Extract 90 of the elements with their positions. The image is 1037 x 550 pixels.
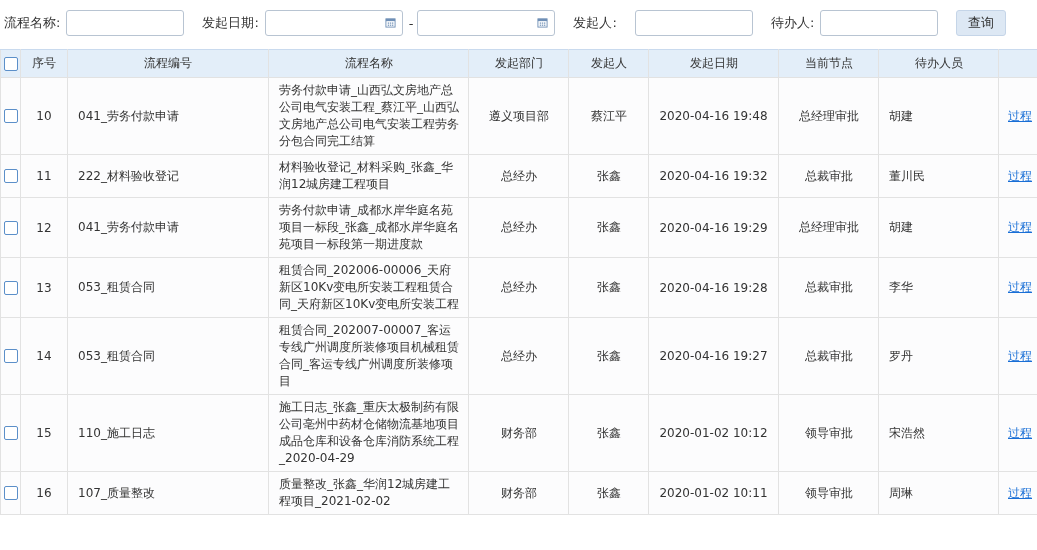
- table-cell: 租赁合同_202007-00007_客运专线广州调度所装修项目机械租赁合同_客运专线广州调度所装修项目: [268, 317, 469, 395]
- field-label: 发起日期:: [202, 14, 259, 32]
- table-cell: 领导审批: [778, 394, 879, 472]
- process-link[interactable]: 过程: [1008, 425, 1032, 440]
- table-cell: 12: [20, 197, 68, 258]
- table-cell: 041_劳务付款申请: [67, 197, 269, 258]
- table-cell: 领导审批: [778, 471, 879, 515]
- table-cell: 总经办: [468, 317, 569, 395]
- text-field[interactable]: [66, 10, 185, 36]
- column-header: 当前节点: [778, 49, 879, 78]
- table-cell: 总裁审批: [778, 317, 879, 395]
- table-cell: 张鑫: [568, 154, 649, 198]
- table-cell: 劳务付款申请_成都水岸华庭名苑项目一标段_张鑫_成都水岸华庭名苑项目一标段第一期进度款: [268, 197, 469, 258]
- table-cell: 董川民: [878, 154, 999, 198]
- table-cell: 110_施工日志: [67, 394, 269, 472]
- field-label: 流程名称:: [4, 14, 61, 32]
- checkbox[interactable]: [3, 220, 18, 235]
- table-cell: 租赁合同_202006-00006_天府新区10Kv变电所安装工程租赁合同_天府新区10Kv变电所安装工程: [268, 257, 469, 318]
- table-cell: 16: [20, 471, 68, 515]
- table-cell: 2020-04-16 19:29: [648, 197, 779, 258]
- table-cell: 总经办: [468, 257, 569, 318]
- checkbox[interactable]: [3, 280, 18, 295]
- table-cell: 张鑫: [568, 471, 649, 515]
- table-cell: 财务部: [468, 394, 569, 472]
- text-field[interactable]: [634, 10, 753, 36]
- field-label: 发起人:: [573, 14, 617, 32]
- column-header: 流程编号: [67, 49, 269, 78]
- table-cell: 13: [20, 257, 68, 318]
- table-cell: 总裁审批: [778, 154, 879, 198]
- table-cell: 宋浩然: [878, 394, 999, 472]
- process-link[interactable]: 过程: [1008, 348, 1032, 363]
- column-header: 序号: [20, 49, 68, 78]
- table-cell: 总经办: [468, 154, 569, 198]
- table-cell: 14: [20, 317, 68, 395]
- table-cell: 李华: [878, 257, 999, 318]
- table-cell: 2020-01-02 10:11: [648, 471, 779, 515]
- table-cell: 041_劳务付款申请: [67, 77, 269, 155]
- column-header: 发起人: [568, 49, 649, 78]
- date-field[interactable]: [264, 10, 403, 36]
- table-cell: 11: [20, 154, 68, 198]
- table-cell: 2020-04-16 19:28: [648, 257, 779, 318]
- table-cell: 周琳: [878, 471, 999, 515]
- column-header: 待办人员: [878, 49, 999, 78]
- checkbox[interactable]: [3, 349, 18, 364]
- checkbox[interactable]: [3, 56, 18, 71]
- process-link[interactable]: 过程: [1008, 108, 1032, 123]
- table-cell: 施工日志_张鑫_重庆太极制药有限公司亳州中药材仓储物流基地项目成品仓库和设备仓库消防系统工程_2020-04-29: [268, 394, 469, 472]
- text-field[interactable]: [820, 10, 939, 36]
- table-cell: 罗丹: [878, 317, 999, 395]
- table-cell: 15: [20, 394, 68, 472]
- table-cell: 总裁审批: [778, 257, 879, 318]
- table-cell: 胡建: [878, 77, 999, 155]
- table-cell: 蔡江平: [568, 77, 649, 155]
- table-cell: 张鑫: [568, 257, 649, 318]
- table-cell: 劳务付款申请_山西弘文房地产总公司电气安装工程_蔡江平_山西弘文房地产总公司电气安装工程劳务分包合同完工结算: [268, 77, 469, 155]
- table-cell: 2020-04-16 19:48: [648, 77, 779, 155]
- table-cell: 总经办: [468, 197, 569, 258]
- table-cell: 总经理审批: [778, 197, 879, 258]
- process-link[interactable]: 过程: [1008, 280, 1032, 294]
- checkbox[interactable]: [3, 486, 18, 501]
- table-cell: 张鑫: [568, 394, 649, 472]
- table-cell: 财务部: [468, 471, 569, 515]
- checkbox[interactable]: [3, 109, 18, 124]
- range-separator: -: [408, 15, 414, 31]
- table-cell: 材料验收登记_材料采购_张鑫_华润12城房建工程项目: [268, 154, 469, 198]
- table-cell: 053_租赁合同: [67, 317, 269, 395]
- table-cell: 10: [20, 77, 68, 155]
- table-cell: 质量整改_张鑫_华润12城房建工程项目_2021-02-02: [268, 471, 469, 515]
- table-cell: 2020-04-16 19:27: [648, 317, 779, 395]
- table-cell: 053_租赁合同: [67, 257, 269, 318]
- process-link[interactable]: 过程: [1008, 220, 1032, 234]
- date-field[interactable]: [417, 10, 556, 36]
- table-cell: 胡建: [878, 197, 999, 258]
- checkbox[interactable]: [3, 169, 18, 184]
- calendar-icon[interactable]: [537, 17, 549, 28]
- column-header: 流程名称: [268, 49, 469, 78]
- table-cell: 222_材料验收登记: [67, 154, 269, 198]
- search-button[interactable]: 查询: [956, 10, 1007, 36]
- table-cell: 张鑫: [568, 197, 649, 258]
- table-cell: 遵义项目部: [468, 77, 569, 155]
- calendar-icon[interactable]: [384, 17, 396, 28]
- field-label: 待办人:: [770, 14, 815, 32]
- column-header: 发起日期: [648, 49, 779, 78]
- table-cell: 2020-01-02 10:12: [648, 394, 779, 472]
- table-cell: 107_质量整改: [67, 471, 269, 515]
- checkbox[interactable]: [3, 426, 18, 441]
- table-cell: 张鑫: [568, 317, 649, 395]
- column-header: 发起部门: [468, 49, 569, 78]
- table-cell: 2020-04-16 19:32: [648, 154, 779, 198]
- table-cell: 总经理审批: [778, 77, 879, 155]
